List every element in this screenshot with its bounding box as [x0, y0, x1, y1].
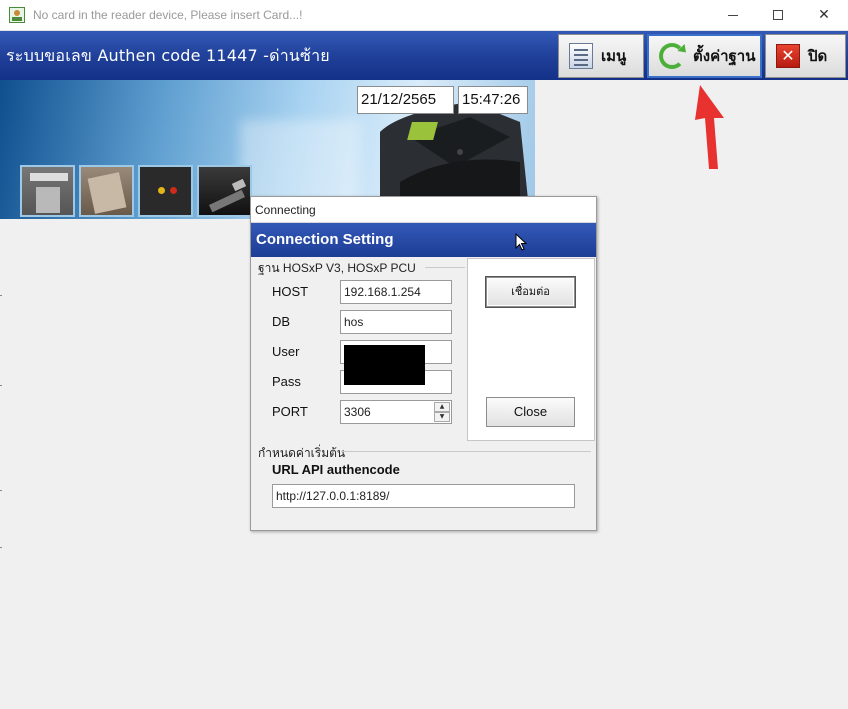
close-button-label: ปิด	[808, 47, 828, 65]
thumbnail-card-hand	[79, 165, 134, 217]
edge-tick	[0, 547, 2, 548]
window-titlebar: No card in the reader device, Please ins…	[0, 0, 848, 31]
spin-up-icon[interactable]: ▲	[434, 402, 450, 412]
dialog-title: Connecting	[255, 203, 316, 217]
pass-label: Pass	[272, 374, 301, 389]
host-label: HOST	[272, 284, 309, 299]
maximize-icon	[773, 10, 783, 20]
dialog-header: Connection Setting	[251, 223, 596, 257]
app-close-button[interactable]: ✕ ปิด	[765, 34, 846, 78]
window-title: No card in the reader device, Please ins…	[33, 8, 303, 22]
edge-tick	[0, 385, 2, 386]
port-label: PORT	[272, 404, 308, 419]
defaults-group-label: กำหนดค่าเริ่มต้น	[258, 446, 346, 460]
user-label: User	[272, 344, 300, 359]
redaction-box	[344, 345, 425, 385]
db-label: DB	[272, 314, 291, 329]
group-divider	[425, 267, 465, 268]
thumbnail-usb-cable	[197, 165, 252, 217]
app-header: ระบบขอเลข Authen code 11447 -ด่านซ้าย เม…	[0, 31, 848, 80]
time-display: 15:47:26	[458, 86, 528, 114]
minimize-button[interactable]	[710, 0, 756, 30]
thumbnail-status-leds	[138, 165, 193, 217]
app-icon	[9, 7, 25, 23]
url-api-input[interactable]: http://127.0.0.1:8189/	[272, 484, 575, 508]
connect-button[interactable]: เชื่อมต่อ	[486, 277, 575, 307]
spin-down-icon[interactable]: ▼	[434, 412, 450, 422]
edge-tick	[0, 490, 2, 491]
thumbnail-card-insert	[20, 165, 75, 217]
date-display: 21/12/2565	[357, 86, 454, 114]
minimize-icon	[728, 15, 738, 16]
dialog-titlebar: Connecting	[251, 197, 596, 223]
close-icon: ✕	[818, 7, 830, 23]
menu-list-icon	[569, 43, 593, 69]
connection-dialog: Connecting Connection Setting ฐาน HOSxP …	[250, 196, 597, 531]
window-close-button[interactable]: ✕	[801, 0, 847, 30]
dialog-header-text: Connection Setting	[256, 231, 394, 248]
port-spinner[interactable]: ▲ ▼	[434, 402, 450, 422]
edge-tick	[0, 295, 2, 296]
url-api-label: URL API authencode	[272, 462, 400, 477]
app-title: ระบบขอเลข Authen code 11447 -ด่านซ้าย	[6, 46, 330, 65]
mouse-cursor-icon	[515, 233, 527, 251]
refresh-icon	[659, 43, 685, 69]
settings-button[interactable]: ตั้งค่าฐาน	[647, 34, 762, 78]
menu-button-label: เมนู	[601, 47, 627, 65]
annotation-arrow-icon	[695, 85, 724, 169]
db-group-label: ฐาน HOSxP V3, HOSxP PCU	[258, 261, 416, 275]
db-input[interactable]: hos	[340, 310, 452, 334]
group-divider	[341, 451, 591, 452]
settings-button-label: ตั้งค่าฐาน	[693, 47, 756, 65]
close-x-icon: ✕	[776, 44, 800, 68]
maximize-button[interactable]	[756, 0, 802, 30]
menu-button[interactable]: เมนู	[558, 34, 644, 78]
dialog-close-button[interactable]: Close	[486, 397, 575, 427]
host-input[interactable]: 192.168.1.254	[340, 280, 452, 304]
